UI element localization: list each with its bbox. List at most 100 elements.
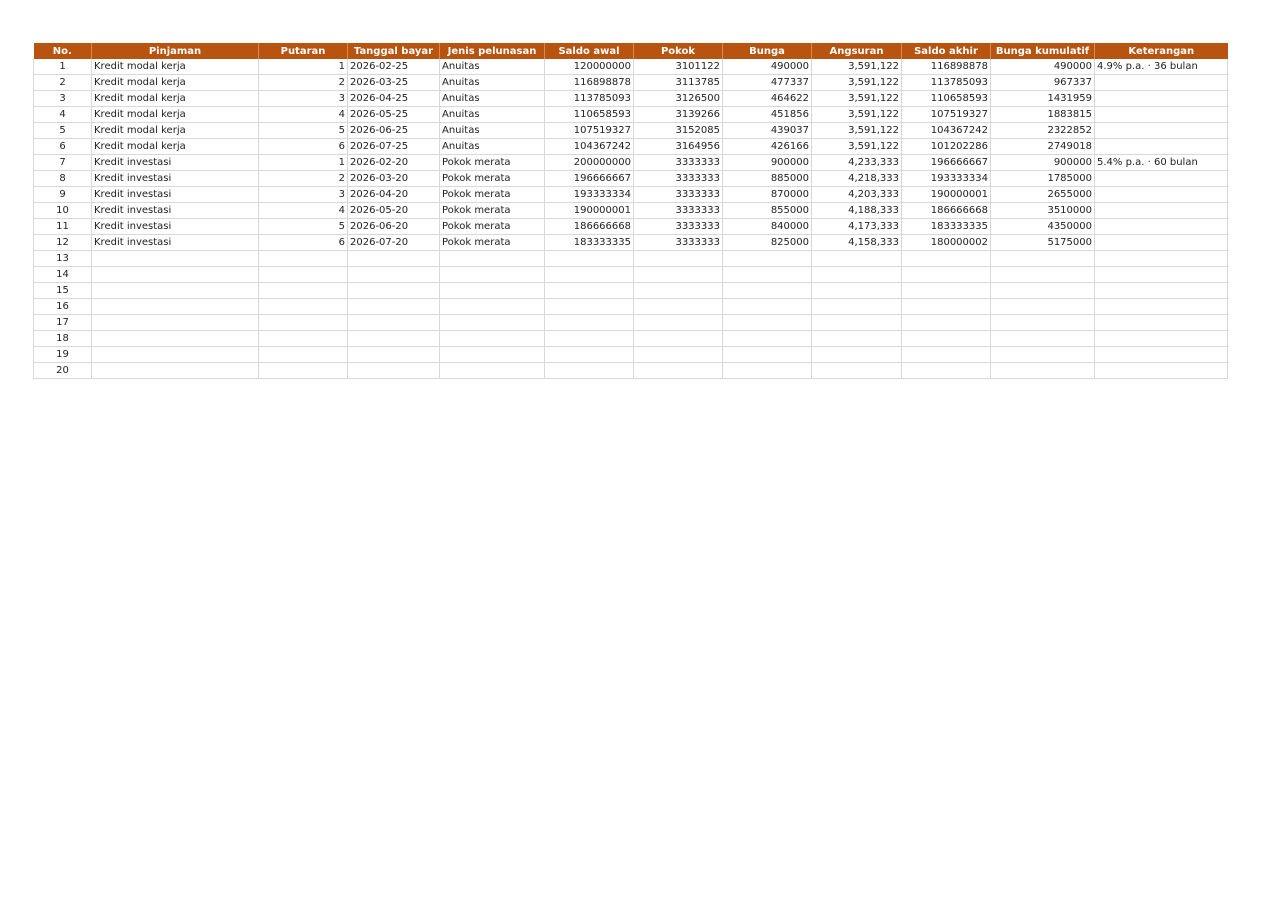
cell-putaran[interactable] (258, 314, 348, 331)
cell-pinjaman[interactable] (91, 282, 259, 299)
cell-jenis-pelunasan[interactable]: Pokok merata (439, 234, 545, 251)
cell-saldo-akhir[interactable] (901, 330, 991, 347)
cell-bunga-kumulatif[interactable] (990, 266, 1095, 283)
cell-keterangan[interactable] (1094, 170, 1228, 187)
cell-saldo-awal[interactable]: 110658593 (544, 106, 634, 123)
cell-bunga-kumulatif[interactable]: 490000 (990, 59, 1095, 75)
cell-pinjaman[interactable]: Kredit investasi (91, 218, 259, 235)
cell-tanggal-bayar[interactable]: 2026-06-25 (347, 122, 440, 139)
cell-tanggal-bayar[interactable]: 2026-05-20 (347, 202, 440, 219)
cell-putaran[interactable]: 3 (258, 90, 348, 107)
cell-saldo-akhir[interactable]: 116898878 (901, 59, 991, 75)
cell-saldo-akhir[interactable]: 180000002 (901, 234, 991, 251)
cell-saldo-awal[interactable]: 193333334 (544, 186, 634, 203)
cell-keterangan[interactable] (1094, 298, 1228, 315)
cell-pinjaman[interactable] (91, 314, 259, 331)
cell-no[interactable]: 5 (33, 122, 92, 139)
cell-keterangan[interactable] (1094, 202, 1228, 219)
cell-pinjaman[interactable]: Kredit investasi (91, 154, 259, 171)
cell-pokok[interactable]: 3333333 (633, 186, 723, 203)
cell-tanggal-bayar[interactable] (347, 282, 440, 299)
cell-saldo-akhir[interactable]: 196666667 (901, 154, 991, 171)
cell-keterangan[interactable] (1094, 74, 1228, 91)
cell-pokok[interactable] (633, 346, 723, 363)
cell-jenis-pelunasan[interactable]: Anuitas (439, 74, 545, 91)
cell-bunga-kumulatif[interactable] (990, 314, 1095, 331)
cell-keterangan[interactable] (1094, 250, 1228, 267)
cell-bunga-kumulatif[interactable]: 2749018 (990, 138, 1095, 155)
header-keterangan[interactable]: Keterangan (1094, 43, 1228, 59)
cell-keterangan[interactable] (1094, 314, 1228, 331)
cell-pokok[interactable]: 3333333 (633, 170, 723, 187)
cell-saldo-akhir[interactable] (901, 346, 991, 363)
cell-bunga[interactable]: 451856 (722, 106, 812, 123)
cell-saldo-awal[interactable]: 183333335 (544, 234, 634, 251)
cell-keterangan[interactable] (1094, 122, 1228, 139)
cell-putaran[interactable]: 4 (258, 202, 348, 219)
cell-pokok[interactable]: 3333333 (633, 218, 723, 235)
cell-angsuran[interactable]: 4,158,333 (811, 234, 902, 251)
cell-jenis-pelunasan[interactable]: Pokok merata (439, 154, 545, 171)
cell-pinjaman[interactable]: Kredit investasi (91, 202, 259, 219)
cell-pinjaman[interactable]: Kredit modal kerja (91, 59, 259, 75)
cell-no[interactable]: 7 (33, 154, 92, 171)
cell-jenis-pelunasan[interactable] (439, 362, 545, 379)
cell-bunga[interactable]: 426166 (722, 138, 812, 155)
cell-angsuran[interactable]: 4,203,333 (811, 186, 902, 203)
cell-no[interactable]: 1 (33, 59, 92, 75)
cell-saldo-akhir[interactable]: 183333335 (901, 218, 991, 235)
cell-bunga[interactable]: 900000 (722, 154, 812, 171)
cell-angsuran[interactable] (811, 362, 902, 379)
cell-no[interactable]: 17 (33, 314, 92, 331)
cell-jenis-pelunasan[interactable] (439, 250, 545, 267)
cell-bunga[interactable]: 477337 (722, 74, 812, 91)
cell-angsuran[interactable] (811, 314, 902, 331)
cell-no[interactable]: 13 (33, 250, 92, 267)
cell-bunga-kumulatif[interactable]: 900000 (990, 154, 1095, 171)
cell-bunga-kumulatif[interactable]: 967337 (990, 74, 1095, 91)
cell-keterangan[interactable] (1094, 234, 1228, 251)
cell-tanggal-bayar[interactable] (347, 346, 440, 363)
cell-tanggal-bayar[interactable]: 2026-04-20 (347, 186, 440, 203)
cell-tanggal-bayar[interactable] (347, 250, 440, 267)
cell-putaran[interactable]: 6 (258, 234, 348, 251)
cell-saldo-awal[interactable] (544, 314, 634, 331)
cell-jenis-pelunasan[interactable]: Pokok merata (439, 186, 545, 203)
cell-pinjaman[interactable]: Kredit investasi (91, 186, 259, 203)
cell-tanggal-bayar[interactable]: 2026-04-25 (347, 90, 440, 107)
cell-saldo-akhir[interactable] (901, 250, 991, 267)
cell-no[interactable]: 20 (33, 362, 92, 379)
cell-pinjaman[interactable] (91, 298, 259, 315)
cell-bunga-kumulatif[interactable]: 3510000 (990, 202, 1095, 219)
cell-saldo-awal[interactable] (544, 330, 634, 347)
cell-keterangan[interactable] (1094, 282, 1228, 299)
cell-pinjaman[interactable]: Kredit investasi (91, 234, 259, 251)
cell-no[interactable]: 10 (33, 202, 92, 219)
cell-putaran[interactable] (258, 362, 348, 379)
cell-keterangan[interactable] (1094, 106, 1228, 123)
cell-angsuran[interactable]: 3,591,122 (811, 90, 902, 107)
cell-no[interactable]: 11 (33, 218, 92, 235)
cell-no[interactable]: 4 (33, 106, 92, 123)
cell-pinjaman[interactable]: Kredit modal kerja (91, 90, 259, 107)
cell-saldo-awal[interactable]: 200000000 (544, 154, 634, 171)
cell-saldo-awal[interactable] (544, 362, 634, 379)
cell-bunga-kumulatif[interactable] (990, 346, 1095, 363)
cell-saldo-akhir[interactable]: 113785093 (901, 74, 991, 91)
cell-no[interactable]: 12 (33, 234, 92, 251)
cell-jenis-pelunasan[interactable]: Anuitas (439, 122, 545, 139)
cell-bunga-kumulatif[interactable]: 5175000 (990, 234, 1095, 251)
cell-bunga[interactable] (722, 346, 812, 363)
cell-bunga-kumulatif[interactable] (990, 282, 1095, 299)
cell-angsuran[interactable] (811, 298, 902, 315)
cell-pokok[interactable] (633, 330, 723, 347)
cell-pinjaman[interactable] (91, 362, 259, 379)
cell-no[interactable]: 16 (33, 298, 92, 315)
cell-tanggal-bayar[interactable]: 2026-02-25 (347, 59, 440, 75)
cell-saldo-akhir[interactable] (901, 266, 991, 283)
cell-putaran[interactable] (258, 346, 348, 363)
cell-bunga[interactable] (722, 314, 812, 331)
cell-bunga[interactable] (722, 266, 812, 283)
cell-bunga-kumulatif[interactable] (990, 250, 1095, 267)
cell-no[interactable]: 3 (33, 90, 92, 107)
